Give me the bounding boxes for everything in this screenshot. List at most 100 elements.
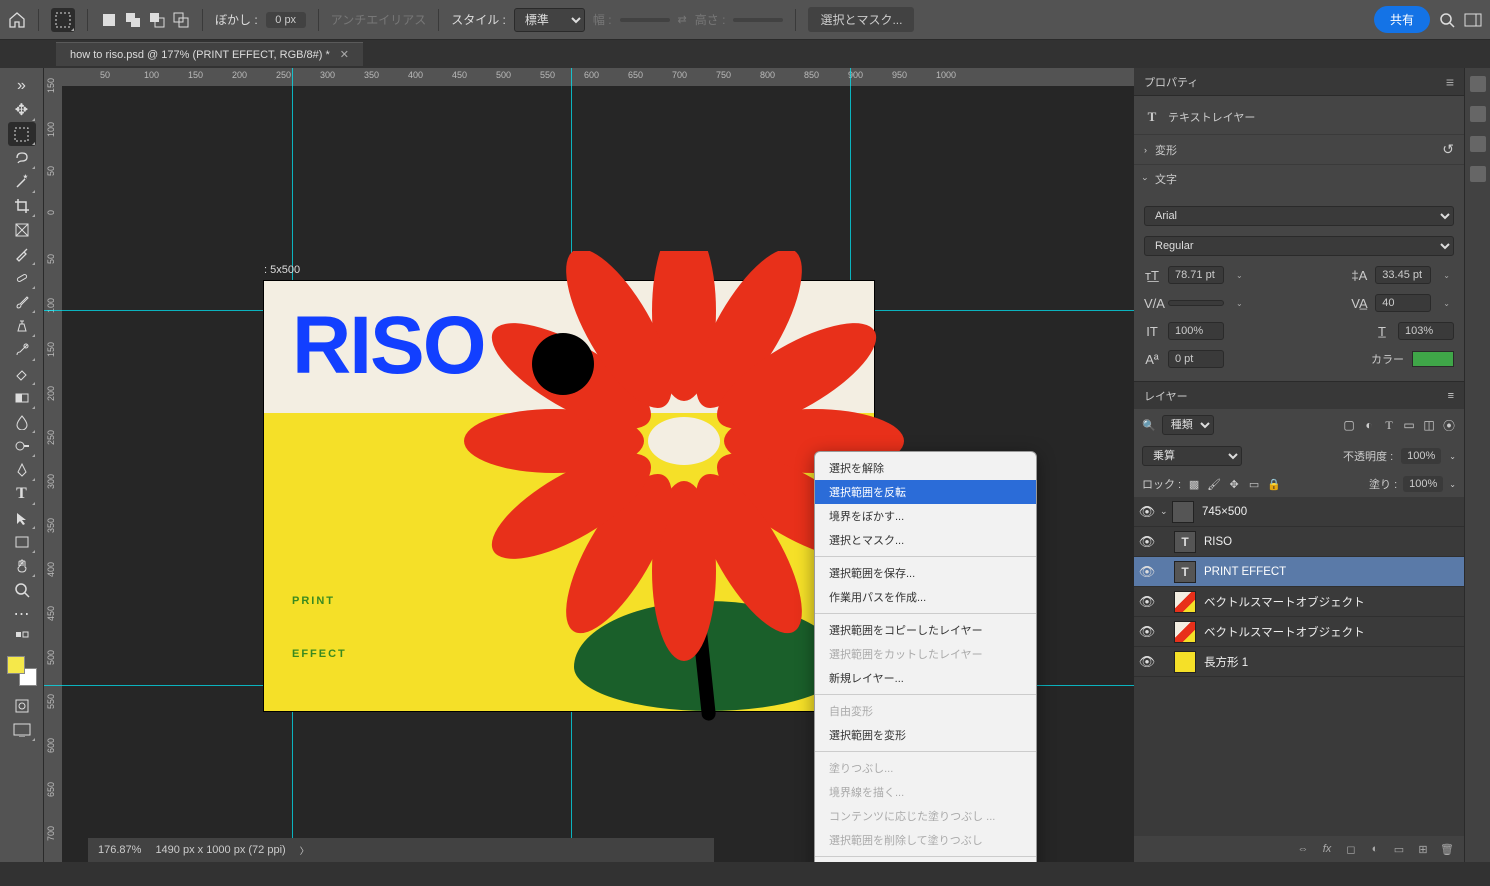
- lock-position-icon[interactable]: ✥: [1227, 477, 1241, 491]
- visibility-icon[interactable]: 👁: [1134, 564, 1160, 580]
- layer-name[interactable]: PRINT EFFECT: [1204, 566, 1286, 578]
- quick-mask-icon[interactable]: [8, 694, 36, 718]
- frame-tool[interactable]: [8, 218, 36, 242]
- selection-subtract-icon[interactable]: [148, 11, 166, 29]
- visibility-icon[interactable]: 👁: [1134, 534, 1160, 550]
- horizontal-ruler[interactable]: 0501001502002503003504004505005506006507…: [62, 68, 1134, 86]
- layer-row[interactable]: 👁⌄745×500: [1134, 497, 1464, 527]
- layer-row[interactable]: 👁 長方形 1: [1134, 647, 1464, 677]
- font-weight-select[interactable]: Regular: [1144, 236, 1454, 256]
- dodge-tool[interactable]: [8, 434, 36, 458]
- visibility-icon[interactable]: 👁: [1134, 504, 1160, 520]
- pen-tool[interactable]: [8, 458, 36, 482]
- layer-name[interactable]: RISO: [1204, 536, 1232, 548]
- context-menu-item[interactable]: 選択範囲を反転: [815, 480, 1036, 504]
- artboard[interactable]: RISO PRINTEFFECT: [264, 281, 874, 711]
- layer-fx-icon[interactable]: fx: [1320, 842, 1334, 856]
- baseline-field[interactable]: 0 pt: [1168, 350, 1224, 368]
- screen-mode-icon[interactable]: [8, 718, 36, 742]
- opacity-field[interactable]: 100%: [1401, 448, 1441, 464]
- layer-row[interactable]: 👁 T PRINT EFFECT: [1134, 557, 1464, 587]
- filter-adjustment-icon[interactable]: ◐: [1362, 418, 1376, 432]
- layers-panel-tab[interactable]: レイヤー ≡: [1134, 381, 1464, 409]
- magic-wand-tool[interactable]: [8, 170, 36, 194]
- reset-icon[interactable]: ↺: [1442, 141, 1454, 158]
- lasso-tool[interactable]: [8, 146, 36, 170]
- filter-smart-icon[interactable]: ◫: [1422, 418, 1436, 432]
- filter-toggle-icon[interactable]: ⦿: [1442, 418, 1456, 432]
- context-menu-item[interactable]: ノイズを加える: [815, 861, 1036, 862]
- layer-thumbnail[interactable]: T: [1174, 531, 1196, 553]
- context-menu-item[interactable]: 選択範囲を変形: [815, 723, 1036, 747]
- more-tools[interactable]: ⋯: [8, 602, 36, 626]
- move-tool[interactable]: ✥: [8, 98, 36, 122]
- lock-all-icon[interactable]: 🔒: [1267, 477, 1281, 491]
- gradient-tool[interactable]: [8, 386, 36, 410]
- document-tab[interactable]: how to riso.psd @ 177% (PRINT EFFECT, RG…: [56, 42, 363, 66]
- style-select[interactable]: 標準: [514, 8, 585, 32]
- hand-tool[interactable]: [8, 554, 36, 578]
- layer-row[interactable]: 👁 ベクトルスマートオブジェクト: [1134, 587, 1464, 617]
- eyedropper-tool[interactable]: [8, 242, 36, 266]
- panel-menu-icon[interactable]: ≡: [1446, 74, 1454, 90]
- history-brush-tool[interactable]: [8, 338, 36, 362]
- selection-new-icon[interactable]: [100, 11, 118, 29]
- marquee-tool-preview[interactable]: [51, 8, 75, 32]
- leading-field[interactable]: 33.45 pt: [1375, 266, 1431, 284]
- context-menu-item[interactable]: 境界をぼかす...: [815, 504, 1036, 528]
- context-menu-item[interactable]: 新規レイヤー...: [815, 666, 1036, 690]
- properties-panel-tab[interactable]: プロパティ ≡: [1134, 68, 1464, 96]
- new-layer-icon[interactable]: ⊞: [1416, 842, 1430, 856]
- feather-value[interactable]: 0 px: [266, 12, 306, 28]
- lock-artboard-icon[interactable]: ▭: [1247, 477, 1261, 491]
- kerning-field[interactable]: [1168, 300, 1224, 306]
- layer-filter-select[interactable]: 種類: [1162, 415, 1214, 435]
- filter-type-icon[interactable]: T: [1382, 418, 1396, 432]
- blend-mode-select[interactable]: 乗算: [1142, 446, 1242, 466]
- collapsed-panel-icon[interactable]: [1470, 166, 1486, 182]
- crop-tool[interactable]: [8, 194, 36, 218]
- vscale-field[interactable]: 100%: [1168, 322, 1224, 340]
- layer-thumbnail[interactable]: [1174, 621, 1196, 643]
- brush-tool[interactable]: [8, 290, 36, 314]
- layer-row[interactable]: 👁 T RISO: [1134, 527, 1464, 557]
- home-icon[interactable]: [8, 11, 26, 29]
- layer-row[interactable]: 👁 ベクトルスマートオブジェクト: [1134, 617, 1464, 647]
- status-caret-icon[interactable]: 〉: [300, 844, 309, 857]
- collapsed-panel-icon[interactable]: [1470, 106, 1486, 122]
- selection-intersect-icon[interactable]: [172, 11, 190, 29]
- layer-name[interactable]: ベクトルスマートオブジェクト: [1204, 594, 1365, 610]
- select-and-mask-button[interactable]: 選択とマスク...: [808, 7, 914, 32]
- share-button[interactable]: 共有: [1374, 6, 1430, 33]
- artboard-label[interactable]: : 5x500: [264, 264, 300, 276]
- visibility-icon[interactable]: 👁: [1134, 594, 1160, 610]
- filter-image-icon[interactable]: ▢: [1342, 418, 1356, 432]
- vertical-ruler[interactable]: 1501005005010015020025030035040045050055…: [44, 86, 62, 862]
- collapsed-panel-icon[interactable]: [1470, 136, 1486, 152]
- context-menu-item[interactable]: 選択とマスク...: [815, 528, 1036, 552]
- foreground-color-swatch[interactable]: [7, 656, 25, 674]
- visibility-icon[interactable]: 👁: [1134, 624, 1160, 640]
- zoom-tool[interactable]: [8, 578, 36, 602]
- filter-shape-icon[interactable]: ▭: [1402, 418, 1416, 432]
- healing-brush-tool[interactable]: [8, 266, 36, 290]
- layer-name[interactable]: 長方形 1: [1204, 654, 1248, 670]
- eraser-tool[interactable]: [8, 362, 36, 386]
- transform-accordion[interactable]: › 変形 ↺: [1134, 134, 1464, 164]
- layer-thumbnail[interactable]: [1174, 591, 1196, 613]
- font-family-select[interactable]: Arial: [1144, 206, 1454, 226]
- rectangle-tool[interactable]: [8, 530, 36, 554]
- workspace-icon[interactable]: [1464, 11, 1482, 29]
- selection-add-icon[interactable]: [124, 11, 142, 29]
- layer-mask-icon[interactable]: ◻: [1344, 842, 1358, 856]
- panel-menu-icon[interactable]: ≡: [1448, 390, 1454, 402]
- layer-name[interactable]: ベクトルスマートオブジェクト: [1204, 624, 1365, 640]
- tracking-field[interactable]: 40: [1375, 294, 1431, 312]
- adjustment-layer-icon[interactable]: ◐: [1368, 842, 1382, 856]
- layer-thumbnail[interactable]: T: [1174, 561, 1196, 583]
- text-color-swatch[interactable]: [1412, 351, 1454, 367]
- color-swatches[interactable]: [7, 656, 37, 686]
- doc-dimensions[interactable]: 1490 px x 1000 px (72 ppi): [155, 844, 285, 856]
- visibility-icon[interactable]: 👁: [1134, 654, 1160, 670]
- edit-toolbar-icon[interactable]: [8, 626, 36, 650]
